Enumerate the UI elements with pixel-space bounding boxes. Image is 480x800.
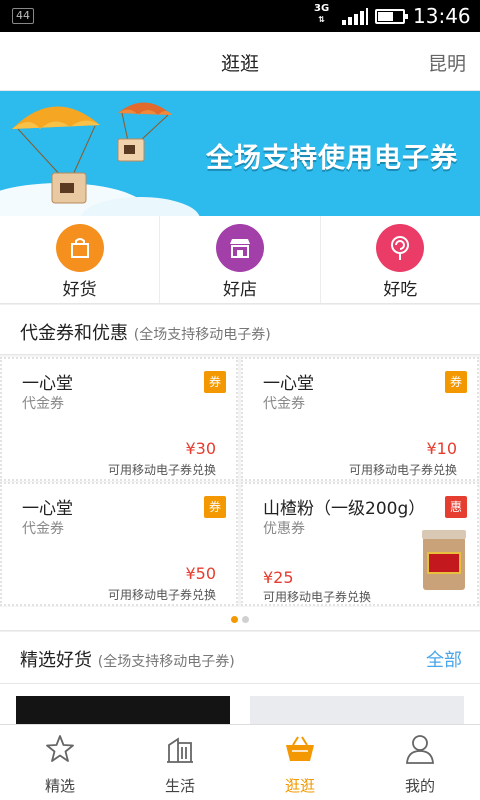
- product-thumbnail[interactable]: [16, 696, 230, 726]
- coupon-badge: 券: [204, 371, 226, 393]
- coupon-badge: 券: [204, 496, 226, 518]
- signal-icon: [342, 8, 368, 25]
- coupon-section-header: 代金券和优惠 (全场支持移动电子券): [0, 305, 480, 355]
- category-label: 好吃: [383, 280, 418, 300]
- notification-badge: 44: [12, 8, 34, 24]
- banner-text: 全场支持使用电子券: [206, 143, 458, 174]
- coupon-note: 可用移动电子券兑换: [107, 588, 216, 602]
- battery-icon: [375, 9, 408, 24]
- page-title: 逛逛: [220, 53, 259, 75]
- status-bar: 44 3G ⇅ 13:46: [0, 0, 480, 32]
- coupon-price: ¥50: [185, 564, 216, 583]
- storefront-icon: [215, 224, 264, 272]
- coupon-grid: 一心堂 代金券 券 ¥30 可用移动电子券兑换 一心堂 代金券 券 ¥10 可用…: [0, 355, 480, 607]
- shopping-bag-icon: [55, 224, 104, 272]
- person-icon: [406, 735, 434, 764]
- coupon-note: 可用移动电子券兑换: [107, 463, 216, 477]
- clock: 13:46: [413, 4, 471, 28]
- coupon-card[interactable]: 一心堂 代金券 券 ¥50 可用移动电子券兑换: [0, 482, 238, 606]
- bottom-tab-bar: 精选 生活 逛逛 我的: [0, 724, 480, 800]
- category-good-food[interactable]: 好吃: [321, 216, 480, 303]
- coupon-name: 一心堂: [22, 374, 73, 394]
- tab-label: 生活: [164, 777, 195, 795]
- carousel-indicator: [0, 607, 480, 631]
- tab-label: 逛逛: [284, 777, 315, 795]
- category-label: 好店: [222, 280, 257, 300]
- tab-browse[interactable]: 逛逛: [240, 725, 360, 800]
- data-arrows-icon: ⇅: [318, 15, 325, 24]
- coupon-badge: 惠: [445, 496, 467, 518]
- category-good-products[interactable]: 好货: [0, 216, 161, 303]
- coupon-price: ¥30: [185, 439, 216, 458]
- coupon-card[interactable]: 山楂粉（一级200g） 优惠券 惠 ¥25 可用移动电子券兑换: [241, 482, 479, 606]
- category-label: 好货: [62, 280, 97, 300]
- coupon-name: 山楂粉（一级200g）: [263, 499, 426, 519]
- coupon-badge: 券: [445, 371, 467, 393]
- section-title: 精选好货 (全场支持移动电子券): [20, 646, 235, 672]
- product-list: [0, 684, 480, 726]
- category-row: 好货 好店 好吃: [0, 216, 480, 304]
- coupon-kind: 优惠券: [263, 521, 305, 537]
- product-thumbnail[interactable]: [250, 696, 464, 726]
- star-icon: [46, 735, 74, 762]
- goods-section-header: 精选好货 (全场支持移动电子券) 全部: [0, 632, 480, 684]
- carousel-dot-active[interactable]: [231, 616, 238, 623]
- goods-section-title: 精选好货: [20, 650, 92, 671]
- promo-banner[interactable]: 全场支持使用电子券: [0, 91, 480, 216]
- tab-label: 精选: [44, 777, 75, 795]
- carousel-dot[interactable]: [242, 616, 249, 623]
- coupon-note: 可用移动电子券兑换: [263, 590, 372, 604]
- coupon-section-subtitle: (全场支持移动电子券): [133, 327, 271, 343]
- goods-section-subtitle: (全场支持移动电子券): [97, 654, 235, 670]
- building-icon: [167, 737, 193, 763]
- section-title: 代金券和优惠 (全场支持移动电子券): [20, 319, 271, 345]
- coupon-name: 一心堂: [263, 374, 314, 394]
- lollipop-icon: [376, 224, 425, 272]
- coupon-kind: 代金券: [22, 396, 64, 412]
- coupon-kind: 代金券: [22, 521, 64, 537]
- coupon-card[interactable]: 一心堂 代金券 券 ¥30 可用移动电子券兑换: [0, 357, 238, 481]
- tab-label: 我的: [404, 777, 435, 795]
- coupon-kind: 代金券: [263, 396, 305, 412]
- tab-featured[interactable]: 精选: [0, 725, 120, 800]
- network-type: 3G: [314, 3, 330, 14]
- coupon-section-title: 代金券和优惠: [20, 323, 128, 344]
- title-bar: 逛逛 昆明: [0, 32, 480, 91]
- category-good-shops[interactable]: 好店: [160, 216, 321, 303]
- coupon-note: 可用移动电子券兑换: [348, 463, 457, 477]
- basket-icon: [286, 736, 314, 761]
- coupon-name: 一心堂: [22, 499, 73, 519]
- coupon-price: ¥10: [426, 439, 457, 458]
- parachute-gifts-illustration: [0, 102, 200, 216]
- coupon-card[interactable]: 一心堂 代金券 券 ¥10 可用移动电子券兑换: [241, 357, 479, 481]
- product-jar-image: [422, 530, 466, 590]
- network-indicator: 3G ⇅: [314, 3, 329, 25]
- tab-mine[interactable]: 我的: [360, 725, 480, 800]
- tab-life[interactable]: 生活: [120, 725, 240, 800]
- view-all-link[interactable]: 全部: [426, 646, 462, 672]
- coupon-price: ¥25: [263, 568, 294, 587]
- city-selector[interactable]: 昆明: [428, 49, 466, 76]
